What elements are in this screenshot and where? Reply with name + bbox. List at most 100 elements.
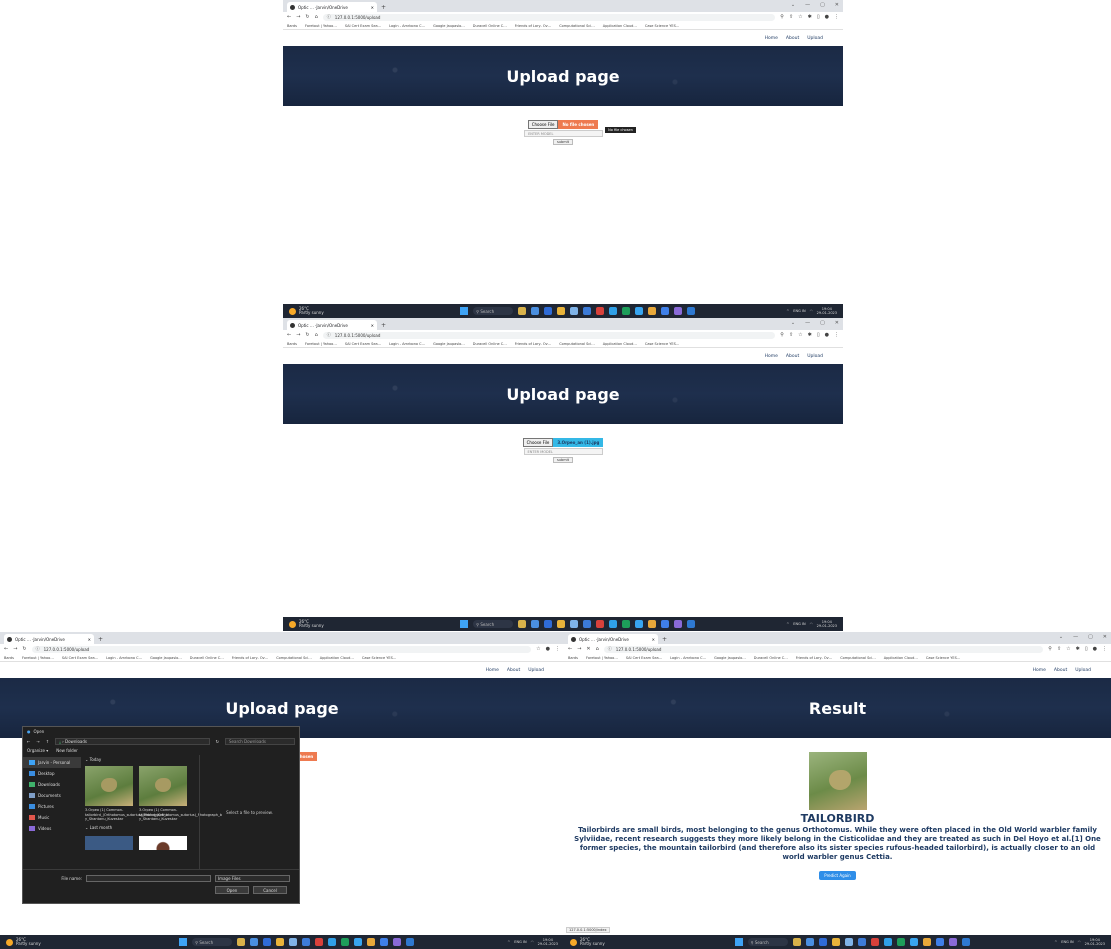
app-blue2-icon[interactable]	[380, 938, 389, 946]
app-blue2-icon[interactable]	[661, 307, 670, 315]
widgets-icon[interactable]	[805, 938, 814, 946]
app-yellow-icon[interactable]	[648, 307, 657, 315]
edge-icon[interactable]	[818, 938, 827, 946]
close-icon[interactable]: ✕	[371, 5, 374, 10]
explorer-icon[interactable]	[792, 938, 801, 946]
lang-indicator[interactable]: ENG IN	[793, 622, 805, 626]
nav-home-link[interactable]: Home	[765, 36, 778, 41]
bookmark-item[interactable]: Duracell Online C…	[754, 656, 788, 660]
bookmark-item[interactable]: Application Cloud…	[603, 342, 637, 346]
home-icon[interactable]: ⌂	[596, 646, 599, 652]
tray-chevron-icon[interactable]: ^	[507, 940, 510, 944]
nav-home-link[interactable]: Home	[486, 668, 499, 673]
bookmark-item[interactable]: Login - Amrbono C…	[106, 656, 142, 660]
edge-icon[interactable]	[263, 938, 272, 946]
bookmark-item[interactable]: Foretout | Yahoo…	[305, 342, 337, 346]
nav-upload-link[interactable]: Upload	[807, 354, 823, 359]
bookmark-item[interactable]: Google Jaupaslo…	[150, 656, 182, 660]
sidebar-item-pictures[interactable]: Pictures	[23, 801, 81, 812]
tray-chevron-icon[interactable]: ^	[786, 622, 789, 626]
app-purple-icon[interactable]	[393, 938, 402, 946]
forward-icon[interactable]: →	[296, 14, 300, 20]
reload-icon[interactable]: ↻	[22, 646, 26, 652]
model-input[interactable]: ENTER MODEL	[524, 130, 604, 137]
back-icon[interactable]: ←	[287, 332, 291, 338]
clock[interactable]: 19:04 29-01-2023	[817, 620, 837, 628]
app-blue-icon[interactable]	[609, 620, 618, 628]
back-icon[interactable]: ←	[287, 14, 291, 20]
files-icon[interactable]	[557, 620, 566, 628]
sidebar-item-downloads[interactable]: Downloads	[23, 779, 81, 790]
taskbar-search[interactable]: ⚲ Search	[747, 938, 788, 946]
lang-indicator[interactable]: ENG IN	[793, 309, 805, 313]
explorer-icon[interactable]	[518, 307, 527, 315]
files-icon[interactable]	[557, 307, 566, 315]
sidebar-item-music[interactable]: Music	[23, 812, 81, 823]
windows-start-icon[interactable]	[460, 307, 469, 315]
bookmark-item[interactable]: Case Science YES…	[645, 24, 679, 28]
close-icon[interactable]: ✕	[88, 637, 91, 642]
clock[interactable]: 19:04 29-01-2023	[538, 938, 558, 946]
bookmark-item[interactable]: Google Jaupaslo…	[433, 342, 465, 346]
bookmark-item[interactable]: SAI Cert Exam Sea…	[626, 656, 662, 660]
maximize-icon[interactable]: ▢	[820, 320, 825, 326]
app-blue-icon[interactable]	[883, 938, 892, 946]
clock[interactable]: 19:04 29-01-2023	[1085, 938, 1105, 946]
app-purple-icon[interactable]	[948, 938, 957, 946]
bookmark-item[interactable]: Case Science YES…	[645, 342, 679, 346]
vscode-icon[interactable]	[961, 938, 970, 946]
address-bar[interactable]: ⓘ 127.0.0.1:5000/upload	[322, 331, 776, 339]
info-icon[interactable]: ⓘ	[608, 646, 612, 652]
weather-widget[interactable]: 26°C Partly sunny	[570, 938, 650, 946]
bookmark-item[interactable]: Bards	[287, 342, 297, 346]
bookmark-item[interactable]: Login - Amrbono C…	[389, 24, 425, 28]
profile-icon[interactable]: ●	[825, 332, 829, 338]
close-window-icon[interactable]: ✕	[835, 2, 839, 8]
windows-start-icon[interactable]	[179, 938, 188, 946]
new-tab-button[interactable]: +	[98, 636, 103, 643]
profile-icon[interactable]: ●	[825, 14, 829, 20]
sidepanel-icon[interactable]: ▯	[817, 332, 820, 338]
bookmark-item[interactable]: Duracell Online C…	[473, 342, 507, 346]
app-red-icon[interactable]	[596, 620, 605, 628]
bookmark-item[interactable]: Computational Sci…	[559, 24, 595, 28]
bookmark-item[interactable]: Application Cloud…	[603, 24, 637, 28]
app-blue2-icon[interactable]	[935, 938, 944, 946]
sidebar-item-videos[interactable]: Videos	[23, 823, 81, 834]
browser-tab[interactable]: Optic … ·Jarvin/OneDrive ✕	[568, 634, 658, 644]
sidebar-item-documents[interactable]: Documents	[23, 790, 81, 801]
model-input[interactable]: ENTER MODEL	[523, 448, 603, 455]
tab-search-icon[interactable]: ⌄	[791, 2, 795, 8]
bookmark-item[interactable]: Bards	[4, 656, 14, 660]
bookmark-item[interactable]: Friends of Lary- Ov…	[796, 656, 832, 660]
open-button[interactable]: Open	[215, 886, 249, 894]
sidepanel-icon[interactable]: ▯	[1085, 646, 1088, 652]
app-red-icon[interactable]	[870, 938, 879, 946]
bookmark-item[interactable]: Friends of Lary- Ov…	[515, 24, 551, 28]
windows-start-icon[interactable]	[734, 938, 743, 946]
reload-icon[interactable]: ↻	[305, 14, 309, 20]
home-icon[interactable]: ⌂	[315, 332, 318, 338]
bookmark-item[interactable]: Computational Sci…	[559, 342, 595, 346]
bookmark-item[interactable]: Application Cloud…	[320, 656, 354, 660]
up-icon[interactable]: ↑	[46, 739, 49, 744]
cancel-button[interactable]: Cancel	[253, 886, 287, 894]
bookmark-item[interactable]: Case Science YES…	[362, 656, 396, 660]
back-icon[interactable]: ←	[4, 646, 8, 652]
widgets-icon[interactable]	[531, 620, 540, 628]
file-type-select[interactable]: Image Files	[215, 874, 290, 882]
chrome-icon[interactable]	[354, 938, 363, 946]
minimize-icon[interactable]: —	[805, 2, 810, 8]
predict-again-button[interactable]: Predict Again	[819, 871, 856, 880]
bookmark-item[interactable]: Computational Sci…	[276, 656, 312, 660]
store-icon[interactable]	[583, 620, 592, 628]
files-icon[interactable]	[831, 938, 840, 946]
file-item[interactable]	[85, 835, 133, 850]
bookmark-item[interactable]: Computational Sci…	[840, 656, 876, 660]
nav-upload-link[interactable]: Upload	[807, 36, 823, 41]
chrome-icon[interactable]	[635, 307, 644, 315]
vscode-icon[interactable]	[406, 938, 415, 946]
close-window-icon[interactable]: ✕	[1103, 634, 1107, 640]
sidebar-item-personal[interactable]: Jarvin - Personal	[23, 757, 81, 768]
star-icon[interactable]: ☆	[798, 332, 802, 338]
